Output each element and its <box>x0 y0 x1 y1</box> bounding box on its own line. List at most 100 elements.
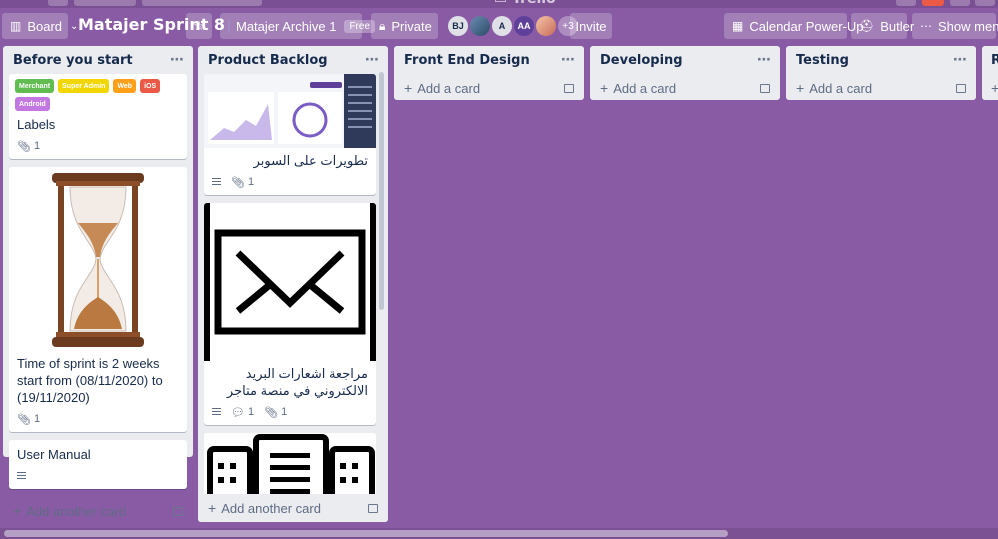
list-title[interactable]: Front End Design <box>404 53 530 68</box>
description-icon <box>17 472 26 480</box>
list-testing: Testing ⋯ + Add a card <box>786 46 976 100</box>
description-badge <box>212 408 221 416</box>
invite-button[interactable]: Invite <box>570 13 612 39</box>
add-card-button[interactable]: + Add a card <box>590 74 780 102</box>
list-title[interactable]: Developing <box>600 53 683 68</box>
add-card-label: Add a card <box>809 81 873 96</box>
list-scrollbar[interactable] <box>379 72 384 310</box>
description-badge <box>212 178 221 186</box>
show-menu-button[interactable]: ⋯ Show menu <box>912 13 998 39</box>
list-title[interactable]: Before you start <box>13 53 133 68</box>
attachment-badge: 📎︎ 1 <box>17 140 40 153</box>
card-title: User Manual <box>17 447 91 462</box>
card-badges: 📎︎ 1 <box>212 173 368 191</box>
card-user-manual[interactable]: User Manual <box>9 440 187 489</box>
add-card-button[interactable]: + <box>982 74 998 100</box>
add-card-label: Add a card <box>613 81 677 96</box>
list-title[interactable]: R <box>991 53 998 68</box>
list-menu-icon[interactable]: ⋯ <box>757 52 772 68</box>
card-template-icon[interactable] <box>368 503 378 513</box>
card-labels[interactable]: Merchant Super Admin Web iOS Android Lab… <box>9 74 187 159</box>
list-menu-icon[interactable]: ⋯ <box>953 52 968 68</box>
invite-label: Invite <box>575 18 607 34</box>
card-badges: 📎︎ 1 <box>17 410 179 428</box>
plus-icon: + <box>991 80 998 96</box>
list-header: Front End Design ⋯ <box>394 46 584 74</box>
paperclip-icon: 📎︎ <box>231 176 245 189</box>
board-view-switcher[interactable]: ▥ Board ⌄ <box>2 13 78 39</box>
card-template-icon[interactable] <box>564 83 574 93</box>
butler-button[interactable]: ⛑︎ Butler <box>851 13 914 39</box>
paperclip-icon: 📎︎ <box>264 406 279 419</box>
account-avatar[interactable] <box>950 0 970 6</box>
add-another-card-button[interactable]: + Add another card <box>198 494 388 522</box>
member-avatar[interactable]: BJ <box>448 16 468 36</box>
add-another-card-button[interactable]: + Add another card <box>3 497 193 525</box>
list-menu-icon[interactable]: ⋯ <box>365 52 380 68</box>
boards-button[interactable] <box>74 0 136 6</box>
card-title: Labels <box>17 117 56 132</box>
member-avatar[interactable] <box>536 16 556 36</box>
card-title: Time of sprint is 2 weeks start from (08… <box>17 356 163 405</box>
star-button[interactable]: ☆ <box>186 13 212 39</box>
list-title[interactable]: Testing <box>796 53 849 68</box>
more-button[interactable] <box>975 0 995 6</box>
description-icon <box>212 408 221 416</box>
home-button[interactable] <box>48 0 68 6</box>
label-chip[interactable]: Super Admin <box>58 79 110 93</box>
list-menu-icon[interactable]: ⋯ <box>170 52 185 68</box>
card-email-notifications[interactable]: مراجعة اشعارات البريد الالكتروني في منصة… <box>204 203 376 425</box>
calendar-powerup-button[interactable]: ▦ Calendar Power-Up <box>724 13 864 39</box>
notifications-button[interactable] <box>922 0 944 6</box>
list-front-end-design: Front End Design ⋯ + Add a card <box>394 46 584 100</box>
hourglass-icon <box>52 173 144 347</box>
list-header: Testing ⋯ <box>786 46 976 74</box>
add-card-button[interactable]: + Add a card <box>786 74 976 102</box>
list-title[interactable]: Product Backlog <box>208 53 328 68</box>
visibility-label: Private <box>391 18 432 34</box>
info-button[interactable] <box>896 0 916 6</box>
plus-icon: + <box>208 500 217 516</box>
list-partial: R + <box>982 46 998 100</box>
board-view-label: Board <box>27 18 63 34</box>
more-icon: ⋯ <box>920 19 932 33</box>
card-template-icon[interactable] <box>173 506 183 516</box>
list-menu-icon[interactable]: ⋯ <box>561 52 576 68</box>
list-header: R <box>982 46 998 74</box>
list-header: Product Backlog ⋯ <box>198 46 388 74</box>
add-card-button[interactable]: + Add a card <box>394 74 584 102</box>
attachment-count: 1 <box>33 413 41 425</box>
card-cover-hourglass <box>9 167 187 351</box>
visibility-button[interactable]: 🔒︎ Private <box>371 13 438 39</box>
label-chip[interactable]: Merchant <box>15 79 55 93</box>
workspace-name: Matajer Archive 1 <box>236 18 337 34</box>
member-avatar[interactable] <box>470 16 490 36</box>
envelope-icon <box>204 203 376 361</box>
list-developing: Developing ⋯ + Add a card <box>590 46 780 100</box>
card-super-updates[interactable]: تطويرات على السوبر 📎︎ 1 <box>204 74 376 195</box>
card-template-icon[interactable] <box>760 83 770 93</box>
label-chip[interactable]: Web <box>113 79 137 93</box>
card-title: مراجعة اشعارات البريد الالكتروني في منصة… <box>226 366 368 398</box>
jump-search[interactable] <box>142 0 262 6</box>
label-chip[interactable]: iOS <box>140 79 161 93</box>
card-badges <box>17 467 179 485</box>
member-avatar[interactable]: AA <box>514 16 534 36</box>
card-sprint-time[interactable]: Time of sprint is 2 weeks start from (08… <box>9 167 187 432</box>
board-scrollbar-thumb[interactable] <box>4 530 728 537</box>
board-icon: ▥ <box>10 19 22 33</box>
plus-icon: + <box>13 503 22 519</box>
list-header: Developing ⋯ <box>590 46 780 74</box>
member-avatar[interactable]: A <box>492 16 512 36</box>
paperclip-icon: 📎︎ <box>17 413 31 426</box>
show-menu-label: Show menu <box>938 18 998 34</box>
card-template-icon[interactable] <box>956 83 966 93</box>
list-product-backlog: Product Backlog ⋯ تطويرات على السوبر 📎︎ … <box>198 46 388 522</box>
plus-icon: + <box>404 80 413 96</box>
star-icon: ☆ <box>193 18 205 33</box>
card-badges: 📎︎ 1 <box>17 137 179 155</box>
board-members: BJ A AA +3 <box>448 16 580 38</box>
label-chip[interactable]: Android <box>15 97 50 111</box>
workspace-button[interactable]: Matajer Archive 1 Free <box>220 13 375 39</box>
global-header-strip: ▭ Trello <box>0 0 998 8</box>
